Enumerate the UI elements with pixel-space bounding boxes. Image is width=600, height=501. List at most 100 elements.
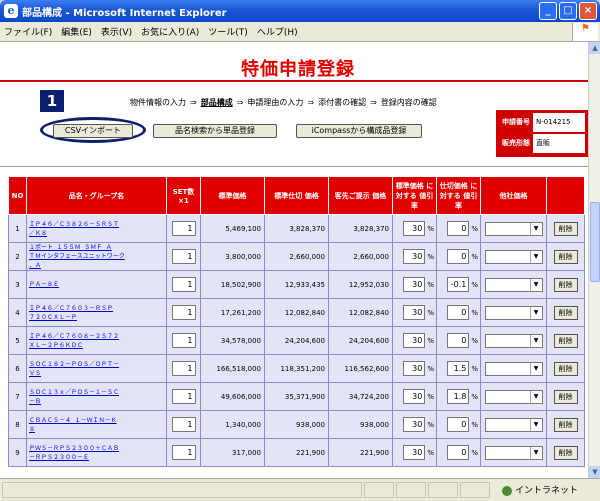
menu-view[interactable]: 表示(V) xyxy=(101,25,132,38)
menu-file[interactable]: ファイル(F) xyxy=(4,25,52,38)
delete-cell: 削除 xyxy=(546,242,585,271)
delete-cell: 削除 xyxy=(546,438,585,467)
qty-input[interactable]: 1 xyxy=(171,417,196,432)
page-content: 特価申請登録 1 物件情報の入力 ⇒ 部品構成 ⇒ 申請理由の入力 ⇒ 添付書の確認 ⇒ 登録内… xyxy=(0,42,588,478)
delete-button[interactable]: 削除 xyxy=(553,249,578,264)
qty-input[interactable]: 1 xyxy=(171,361,196,376)
row-number: 5 xyxy=(8,326,27,355)
table-row: 7 ＳＯＣ１３ｘ／ＰＯＳ－１－ＳＣ －Ｂ 1 49,606,000 35,371,900 3… xyxy=(8,382,585,411)
delete-button[interactable]: 削除 xyxy=(553,417,578,432)
pct-unit: % xyxy=(427,252,434,261)
delete-button[interactable]: 削除 xyxy=(553,221,578,236)
competitor-select[interactable]: ▼ xyxy=(484,333,543,348)
scroll-up-icon[interactable]: ▲ xyxy=(589,42,600,54)
std-discount-cell: 30% xyxy=(392,382,437,411)
product-name-link[interactable]: ＸＬ－２Ｐ６ＫＤＣ xyxy=(27,341,166,350)
application-number-value: N-014215 xyxy=(533,113,585,132)
product-name-link[interactable]: １ポート １５５Ｍ ＳＭＦ Ａ xyxy=(27,243,166,252)
sales-form-label: 販売形態 xyxy=(502,139,530,147)
qty-input[interactable]: 1 xyxy=(171,305,196,320)
competitor-price-cell: ▼ xyxy=(480,270,547,299)
pct-unit: % xyxy=(427,364,434,373)
competitor-select[interactable]: ▼ xyxy=(484,305,543,320)
menu-help[interactable]: ヘルプ(H) xyxy=(257,25,298,38)
minimize-button[interactable]: _ xyxy=(539,2,557,20)
product-name-link[interactable]: ．Ａ xyxy=(27,261,166,270)
competitor-select[interactable]: ▼ xyxy=(484,445,543,460)
product-name-link[interactable]: ／Ｋ８ xyxy=(27,229,166,238)
product-name-link[interactable]: ＩＰ４６／Ｃ３８２６－ＳＲＳＴ xyxy=(27,220,166,229)
scroll-down-icon[interactable]: ▼ xyxy=(589,466,600,478)
title-divider xyxy=(0,80,588,82)
competitor-select[interactable]: ▼ xyxy=(484,277,543,292)
step-breadcrumb: 物件情報の入力 ⇒ 部品構成 ⇒ 申請理由の入力 ⇒ 添付書の確認 ⇒ 登録内容の確認 xyxy=(130,97,437,108)
csv-import-button[interactable]: CSVインポート xyxy=(53,124,133,138)
qty-input[interactable]: 1 xyxy=(171,389,196,404)
product-name-link[interactable]: ７２０ＣＸＬ－Ｐ xyxy=(27,313,166,322)
delete-button[interactable]: 削除 xyxy=(553,389,578,404)
product-name-link[interactable]: －Ｂ xyxy=(27,397,166,406)
qty-input[interactable]: 1 xyxy=(171,249,196,264)
chevron-down-icon: ▼ xyxy=(529,390,542,403)
product-name-link[interactable]: ＩＰ４６／Ｃ７６０３－ＲＳＰ xyxy=(27,304,166,313)
product-name-link[interactable]: ８ xyxy=(27,425,166,434)
status-cell xyxy=(396,482,426,498)
delete-button[interactable]: 削除 xyxy=(553,277,578,292)
product-name-cell: ＳＯＣ１３ｘ／ＰＯＳ－１－ＳＣ －Ｂ xyxy=(26,382,167,411)
std-discount-input[interactable]: 30 xyxy=(403,445,426,460)
qty-input[interactable]: 1 xyxy=(171,277,196,292)
std-discount-cell: 30% xyxy=(392,438,437,467)
menu-tools[interactable]: ツール(T) xyxy=(208,25,248,38)
delete-button[interactable]: 削除 xyxy=(553,333,578,348)
menu-edit[interactable]: 編集(E) xyxy=(61,25,92,38)
delete-button[interactable]: 削除 xyxy=(553,305,578,320)
ie-icon: e xyxy=(4,4,18,18)
close-button[interactable]: × xyxy=(579,2,597,20)
div-discount-cell: 0% xyxy=(436,410,481,439)
qty-cell: 1 xyxy=(166,354,201,383)
product-name-link[interactable]: ＩＰ４６／Ｃ７６０８－２Ｓ７２ xyxy=(27,332,166,341)
product-name-link[interactable]: ＰＡ－８Ｅ xyxy=(27,280,166,289)
delete-button[interactable]: 削除 xyxy=(553,445,578,460)
product-name-link[interactable]: ＴＭインタフェースユニットワーク xyxy=(27,252,166,261)
col-product-name: 品名・グループ名 xyxy=(26,176,167,215)
maximize-button[interactable]: □ xyxy=(559,2,577,20)
std-discount-input[interactable]: 30 xyxy=(403,277,426,292)
product-name-link[interactable]: ＳＯＣ１８２－ＰＯＳ／ＯＰＴ－ xyxy=(27,360,166,369)
std-discount-cell: 30% xyxy=(392,242,437,271)
product-name-link[interactable]: －ＲＰＳ２３００－Ｅ xyxy=(27,453,166,462)
product-name-link[interactable]: ＣＢＡＣＳ－４ １－ＷＩＮ－Ｋ xyxy=(27,416,166,425)
menu-favorites[interactable]: お気に入り(A) xyxy=(141,25,199,38)
div-discount-cell: 1.5% xyxy=(436,354,481,383)
standard-division-price: 2,660,000 xyxy=(264,242,329,271)
pct-unit: % xyxy=(427,420,434,429)
std-discount-input[interactable]: 30 xyxy=(403,389,426,404)
product-search-button[interactable]: 品名検索から単品登録 xyxy=(153,124,277,138)
qty-input[interactable]: 1 xyxy=(171,333,196,348)
std-discount-input[interactable]: 30 xyxy=(403,249,426,264)
std-discount-input[interactable]: 30 xyxy=(403,305,426,320)
std-discount-input[interactable]: 30 xyxy=(403,221,426,236)
competitor-select[interactable]: ▼ xyxy=(484,361,543,376)
chevron-down-icon: ▼ xyxy=(529,362,542,375)
std-discount-input[interactable]: 30 xyxy=(403,361,426,376)
scroll-thumb[interactable] xyxy=(590,202,600,282)
vertical-scrollbar[interactable]: ▲ ▼ xyxy=(588,42,600,478)
qty-input[interactable]: 1 xyxy=(171,445,196,460)
product-name-link[interactable]: ＶＳ xyxy=(27,369,166,378)
std-discount-input[interactable]: 30 xyxy=(403,333,426,348)
qty-input[interactable]: 1 xyxy=(171,221,196,236)
product-name-link[interactable]: ＳＯＣ１３ｘ／ＰＯＳ－１－ＳＣ xyxy=(27,388,166,397)
std-discount-cell: 30% xyxy=(392,354,437,383)
chevron-down-icon: ▼ xyxy=(529,222,542,235)
delete-button[interactable]: 削除 xyxy=(553,361,578,376)
competitor-select[interactable]: ▼ xyxy=(484,221,543,236)
std-discount-cell: 30% xyxy=(392,298,437,327)
icompass-button[interactable]: iCompassから構成品登録 xyxy=(296,124,422,138)
product-name-link[interactable]: ＰＷＳ－ＲＰＳ２３００＋ＣＡＢ xyxy=(27,444,166,453)
std-discount-cell: 30% xyxy=(392,270,437,299)
competitor-select[interactable]: ▼ xyxy=(484,249,543,264)
competitor-select[interactable]: ▼ xyxy=(484,389,543,404)
std-discount-input[interactable]: 30 xyxy=(403,417,426,432)
competitor-select[interactable]: ▼ xyxy=(484,417,543,432)
